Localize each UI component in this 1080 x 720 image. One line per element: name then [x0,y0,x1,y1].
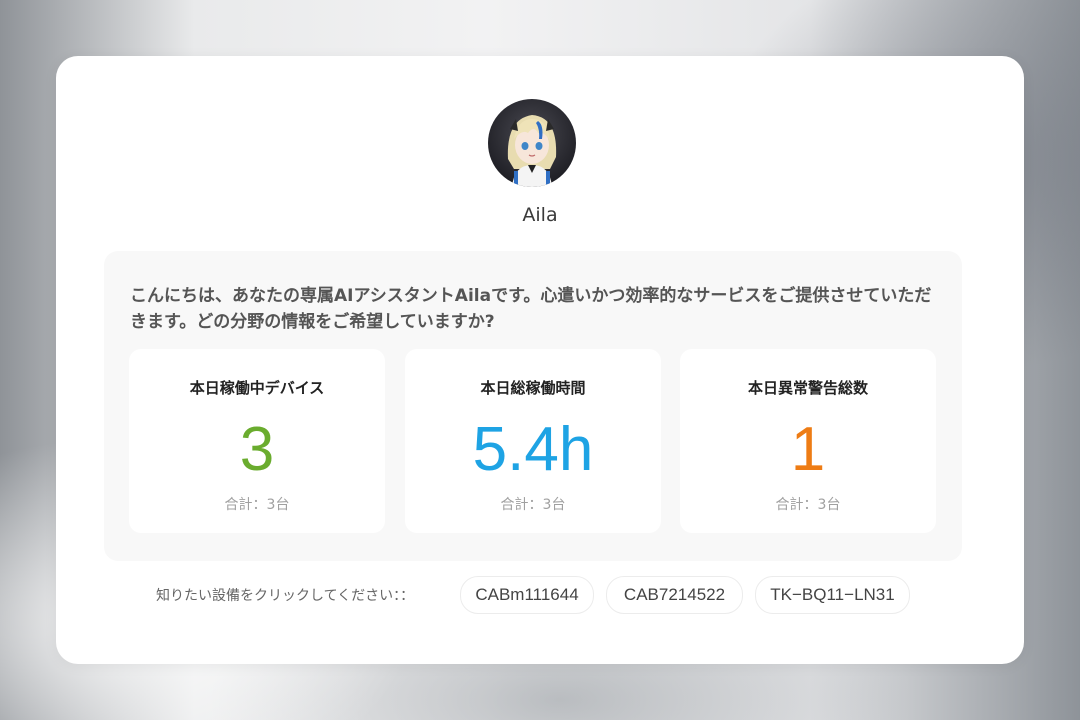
assistant-name: Aila [522,204,558,226]
assistant-avatar [488,99,576,187]
device-chip[interactable]: CAB7214522 [606,576,743,614]
stat-sub: 合計：3台 [224,497,290,513]
device-selector: 知りたい設備をクリックしてください：： CABm111644 CAB721452… [56,576,1024,614]
anime-assistant-avatar-icon [507,115,557,187]
stat-value: 3 [239,415,275,484]
chat-panel: こんにちは、あなたの専属AIアシスタントAilaです。心遣いかつ効率的なサービス… [104,251,962,561]
stat-sub: 合計：3台 [500,497,566,513]
stat-value: 1 [790,415,826,484]
stat-card-active-devices[interactable]: 本日稼働中デバイス 3 合計：3台 [129,349,385,533]
device-chip[interactable]: CABm111644 [460,576,594,614]
stat-label: 本日稼働中デバイス [189,379,325,397]
assistant-card: Aila こんにちは、あなたの専属AIアシスタントAilaです。心遣いかつ効率的… [56,56,1024,664]
stat-label: 本日総稼働時間 [480,379,586,397]
stat-sub: 合計：3台 [775,497,841,513]
device-prompt: 知りたい設備をクリックしてください：： [156,588,415,604]
device-chip[interactable]: TK−BQ11−LN31 [755,576,910,614]
stat-card-total-runtime[interactable]: 本日総稼働時間 5.4h 合計：3台 [405,349,661,533]
stat-label: 本日異常警告総数 [747,379,868,397]
greeting-message: こんにちは、あなたの専属AIアシスタントAilaです。心遣いかつ効率的なサービス… [130,286,932,332]
stat-value: 5.4h [472,415,594,484]
stat-card-alert-count[interactable]: 本日異常警告総数 1 合計：3台 [680,349,936,533]
